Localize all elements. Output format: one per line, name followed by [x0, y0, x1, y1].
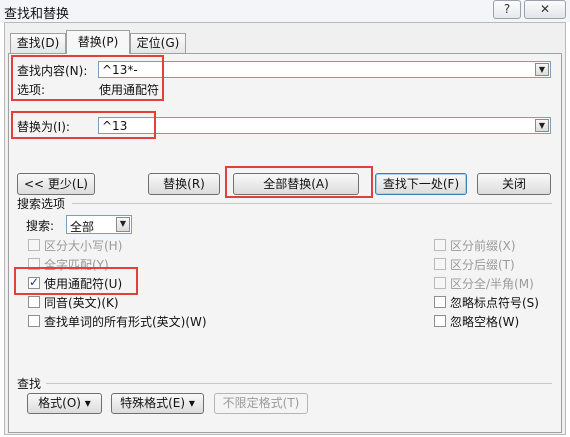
checkbox-ignore-punctuation[interactable] [434, 296, 446, 308]
checkbox-match-width-label: 区分全/半角(M) [450, 277, 534, 291]
find-section-label: 查找 [17, 377, 42, 391]
checkbox-sounds-like-label: 同音(英文)(K) [44, 296, 119, 310]
checkbox-ignore-spaces-label: 忽略空格(W) [450, 315, 520, 329]
checkbox-sounds-like[interactable] [28, 296, 40, 308]
checkbox-all-word-forms[interactable] [28, 315, 40, 327]
checkbox-match-case-label: 区分大小写(H) [44, 239, 123, 253]
question-icon: ? [503, 2, 511, 16]
wildcards-highlight-box [14, 267, 138, 295]
close-button[interactable]: 关闭 [477, 173, 551, 195]
find-section-divider [46, 383, 552, 384]
search-direction-label: 搜索: [26, 219, 55, 233]
search-direction-arrow-icon[interactable]: ▼ [116, 217, 130, 232]
replace-input[interactable]: ^13 ▼ [98, 117, 551, 134]
tab-replace[interactable]: 替换(P) [66, 30, 130, 54]
checkbox-match-suffix[interactable] [434, 258, 446, 270]
checkbox-ignore-punctuation-label: 忽略标点符号(S) [450, 296, 539, 310]
checkbox-match-prefix-label: 区分前缀(X) [450, 239, 516, 253]
checkbox-match-width[interactable] [434, 277, 446, 289]
checkbox-match-prefix[interactable] [434, 239, 446, 251]
search-options-divider [72, 203, 552, 204]
find-next-button[interactable]: 查找下一处(F) [375, 173, 467, 195]
close-icon: ✕ [539, 2, 551, 16]
checkbox-match-case[interactable] [28, 239, 40, 251]
checkbox-all-word-forms-label: 查找单词的所有形式(英文)(W) [44, 315, 207, 329]
search-direction-value: 全部 [70, 220, 95, 234]
close-window-button[interactable]: ✕ [524, 0, 566, 19]
replace-highlight-box [11, 111, 156, 139]
find-highlight-box [11, 55, 164, 101]
format-button[interactable]: 格式(O) ▾ [27, 393, 102, 414]
search-options-label: 搜索选项 [17, 197, 66, 211]
tab-find[interactable]: 查找(D) [10, 33, 66, 53]
checkbox-match-suffix-label: 区分后缀(T) [450, 258, 515, 272]
find-input[interactable]: ^13*- ▼ [98, 61, 551, 78]
less-button[interactable]: << 更少(L) [17, 173, 95, 195]
no-formatting-button[interactable]: 不限定格式(T) [214, 393, 308, 414]
replace-button[interactable]: 替换(R) [148, 173, 220, 195]
help-button[interactable]: ? [493, 0, 521, 19]
replace-dropdown-arrow-icon[interactable]: ▼ [535, 119, 549, 132]
special-format-button[interactable]: 特殊格式(E) ▾ [111, 393, 204, 414]
find-dropdown-arrow-icon[interactable]: ▼ [535, 63, 549, 76]
tab-goto[interactable]: 定位(G) [130, 33, 186, 53]
replace-all-highlight-box [225, 166, 373, 198]
window-title: 查找和替换 [4, 7, 70, 22]
search-direction-select[interactable]: 全部 ▼ [66, 215, 132, 234]
title-bar [0, 0, 570, 22]
checkbox-ignore-spaces[interactable] [434, 315, 446, 327]
